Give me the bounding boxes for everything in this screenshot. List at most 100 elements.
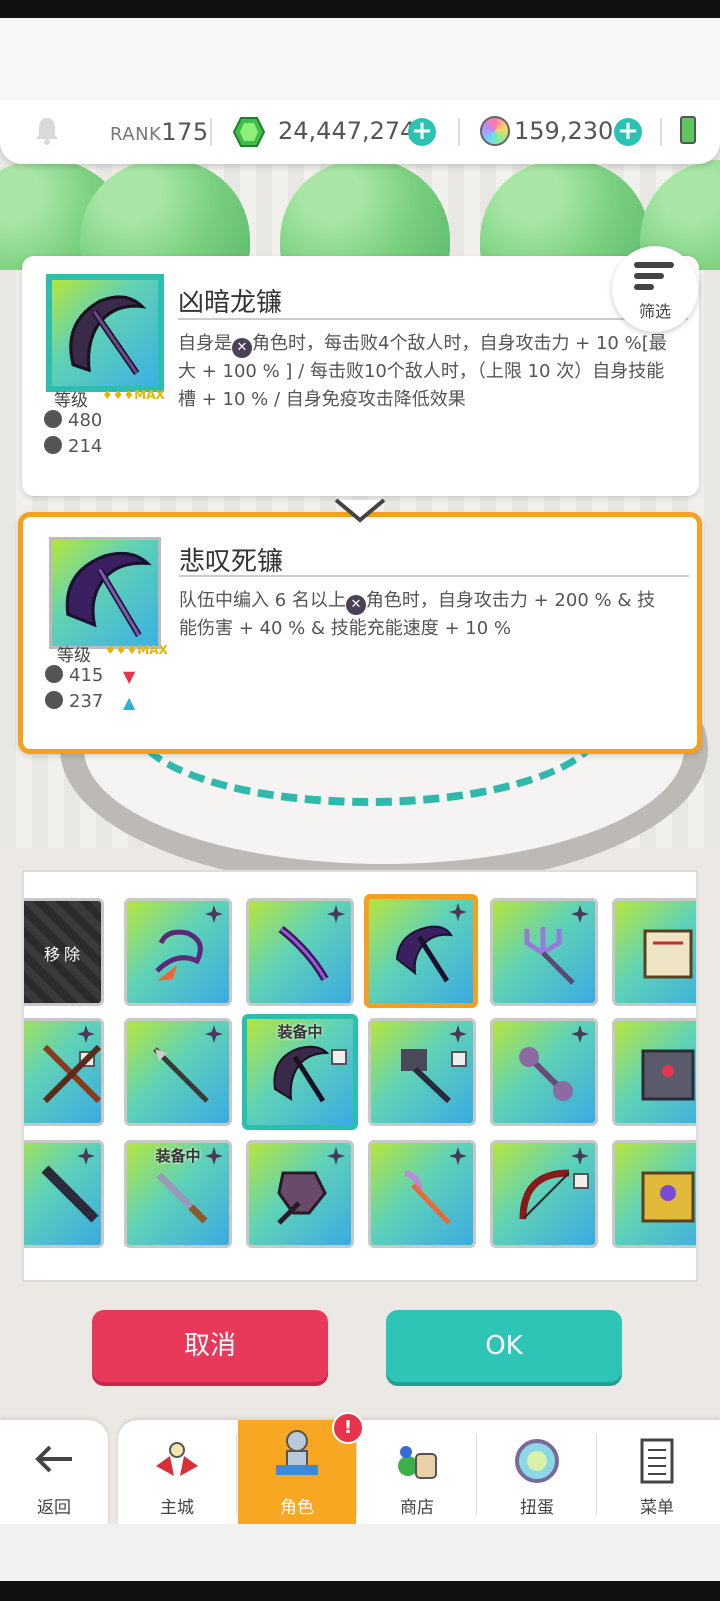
- tab-label: 主城: [160, 1498, 194, 1518]
- nav-spacer: [0, 1524, 720, 1581]
- weapon-slot[interactable]: [490, 1018, 598, 1126]
- gem-count: 24,447,274: [278, 117, 416, 145]
- tab-label: 角色: [280, 1498, 314, 1518]
- weapon-slot[interactable]: [490, 1140, 598, 1248]
- weapon-slot[interactable]: [246, 1140, 354, 1248]
- add-gems-button[interactable]: +: [408, 118, 436, 146]
- tab-gacha[interactable]: 扭蛋: [478, 1420, 596, 1524]
- crossbow-icon: [42, 1044, 101, 1104]
- weapon-slot[interactable]: [124, 898, 232, 1006]
- divider: [660, 118, 662, 146]
- chevron-down-icon: [334, 498, 386, 523]
- heart-icon: [44, 410, 62, 428]
- level-max-badge: ♦♦♦MAX: [102, 388, 165, 402]
- divider: [236, 1434, 237, 1514]
- desc-text: 队伍中编入 6 名以上: [179, 590, 346, 611]
- status-area: [0, 18, 720, 100]
- weapon-slot-selected[interactable]: [364, 894, 478, 1008]
- remove-button[interactable]: 移除: [24, 898, 104, 1006]
- rank-display: RANK175: [110, 118, 209, 146]
- weapon-slot[interactable]: 装备中: [124, 1140, 232, 1248]
- back-button[interactable]: 返回: [0, 1420, 108, 1524]
- bow-icon: [519, 1169, 570, 1220]
- weapon-slot[interactable]: [612, 898, 696, 1006]
- atk-stat: 214: [44, 436, 102, 457]
- equipment-grid[interactable]: 移除 装备中 装备中: [22, 870, 698, 1282]
- class-icon: ✕: [232, 338, 252, 358]
- tab-label: 扭蛋: [520, 1498, 554, 1518]
- tab-menu[interactable]: 菜单: [598, 1420, 716, 1524]
- shop-icon: [398, 1446, 437, 1479]
- weapon-slot[interactable]: [368, 1140, 476, 1248]
- selected-item-name: 悲叹死镰: [179, 547, 284, 577]
- level-max-badge: ♦♦♦MAX: [105, 643, 168, 657]
- scythe-icon: [273, 1045, 330, 1103]
- system-nav-bar: [0, 1581, 720, 1601]
- spear-icon: [153, 1047, 209, 1103]
- weapon-slot[interactable]: [246, 898, 354, 1006]
- selected-item-description: 队伍中编入 6 名以上 ✕ 角色时，自身攻击力 + 200 % & 技能伤害 + 4…: [179, 587, 669, 643]
- ok-button[interactable]: OK: [386, 1310, 622, 1382]
- tome-icon: [641, 1171, 695, 1223]
- gem-icon: [232, 117, 266, 147]
- hp-value: 480: [68, 410, 103, 431]
- dagger-icon: [156, 1172, 208, 1224]
- divider: [476, 1434, 477, 1514]
- max-text: MAX: [134, 388, 165, 402]
- rank-value: 175: [161, 118, 209, 146]
- weapon-slot[interactable]: [612, 1140, 696, 1248]
- tab-label: 菜单: [640, 1498, 674, 1518]
- nav-tabs: 主城 角色 商店 扭蛋 菜单: [118, 1420, 720, 1524]
- desc-text: 角色时，每击败4个敌人时，自身攻击力 + 10 %[最大 + 100 % ] /…: [178, 333, 667, 410]
- halberd-icon: [404, 1170, 451, 1225]
- hp-stat: 415: [45, 665, 103, 686]
- weapon-slot[interactable]: [24, 1018, 104, 1126]
- claw-icon: [401, 1049, 452, 1104]
- sword-icon: [278, 925, 329, 982]
- selected-item-thumbnail: [49, 537, 161, 649]
- weapon-slot[interactable]: [124, 1018, 232, 1126]
- filter-button[interactable]: 筛选: [612, 246, 698, 332]
- divider: [179, 575, 689, 577]
- atk-stat: 237: [45, 691, 103, 712]
- decrease-arrow-icon: ▼: [123, 667, 136, 686]
- tab-shop[interactable]: 商店: [358, 1420, 476, 1524]
- tab-label: 商店: [400, 1498, 434, 1518]
- add-orbs-button[interactable]: +: [614, 118, 642, 146]
- hp-stat: 480: [44, 410, 102, 431]
- weapon-slot[interactable]: [490, 898, 598, 1006]
- level-label: 等级: [54, 391, 88, 411]
- weapon-slot[interactable]: [612, 1018, 696, 1126]
- atk-value: 214: [68, 436, 103, 457]
- heart-icon: [45, 665, 63, 683]
- current-item-description: 自身是 ✕ 角色时，每击败4个敌人时，自身攻击力 + 10 %[最大 + 100 %…: [178, 330, 668, 414]
- tab-town[interactable]: 主城: [118, 1420, 236, 1524]
- bush-decoration: [80, 160, 250, 270]
- current-item-thumbnail: [46, 274, 164, 392]
- current-item-panel: 凶暗龙镰 自身是 ✕ 角色时，每击败4个敌人时，自身攻击力 + 10 %[最大 + …: [22, 256, 699, 496]
- weapon-slot-equipped[interactable]: 装备中: [242, 1014, 358, 1130]
- cancel-button[interactable]: 取消: [92, 1310, 328, 1382]
- attack-icon: [45, 691, 63, 709]
- gacha-icon: [515, 1439, 559, 1483]
- increase-arrow-icon: ▲: [123, 693, 136, 712]
- scythe-icon: [65, 551, 152, 638]
- back-arrow-icon: [35, 1445, 72, 1473]
- menu-icon: [640, 1438, 674, 1484]
- filter-label: 筛选: [638, 302, 671, 321]
- weapon-slot[interactable]: [368, 1018, 476, 1126]
- whip-icon: [155, 929, 203, 981]
- selected-item-panel: 悲叹死镰 队伍中编入 6 名以上 ✕ 角色时，自身攻击力 + 200 % & 技能伤…: [18, 512, 702, 754]
- back-label: 返回: [37, 1498, 71, 1518]
- weapon-slot[interactable]: [24, 1140, 104, 1248]
- orb-count: 159,230: [514, 117, 614, 145]
- scythe-icon: [395, 925, 453, 983]
- bush-decoration: [280, 160, 450, 270]
- rank-label: RANK: [110, 124, 162, 145]
- attack-icon: [44, 436, 62, 454]
- divider: [356, 1434, 357, 1514]
- hp-value: 415: [69, 665, 104, 686]
- bell-icon[interactable]: [34, 116, 60, 146]
- book-icon: [641, 1049, 695, 1101]
- character-icon: [276, 1430, 318, 1475]
